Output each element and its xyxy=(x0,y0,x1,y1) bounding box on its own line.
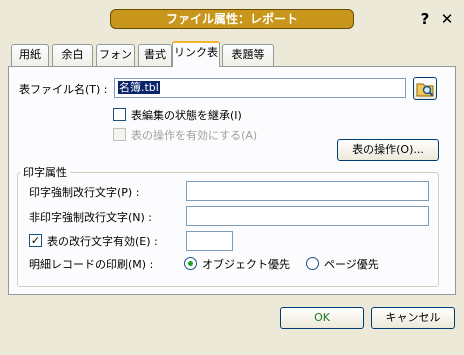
file-name-value: 名簿.tbl xyxy=(118,81,160,94)
tab-link-table[interactable]: リンク表 xyxy=(172,41,220,67)
table-newline-input[interactable] xyxy=(186,231,233,251)
title-bar: ファイル属性：レポート ? ✕ xyxy=(0,0,464,36)
inherit-checkbox[interactable] xyxy=(113,108,126,121)
object-priority-label: オブジェクト優先 xyxy=(202,258,290,271)
tab-format[interactable]: 書式 xyxy=(138,44,172,66)
file-name-label: 表ファイル名(T) : xyxy=(19,83,108,96)
strong-newline-label: 印字強制改行文字(P) : xyxy=(29,186,140,199)
table-ops-button[interactable]: 表の操作(O)... xyxy=(337,139,439,161)
non-print-newline-input[interactable] xyxy=(186,206,429,226)
tab-panel: 表ファイル名(T) : 名簿.tbl 表編集の状態を継承(I) 表の操作を有効に… xyxy=(8,66,456,295)
table-newline-checkbox[interactable]: ✓ xyxy=(29,234,42,247)
cancel-button[interactable]: キャンセル xyxy=(371,307,455,329)
help-icon[interactable]: ? xyxy=(417,9,433,29)
browse-button[interactable] xyxy=(413,77,437,100)
file-name-input[interactable]: 名簿.tbl xyxy=(114,78,406,98)
detail-print-label: 明細レコードの印刷(M) : xyxy=(29,258,154,271)
tab-margin[interactable]: 余白 xyxy=(52,44,93,66)
tab-paper[interactable]: 用紙 xyxy=(11,44,49,66)
page-priority-radio[interactable] xyxy=(306,257,319,270)
inherit-label: 表編集の状態を継承(I) xyxy=(131,109,242,122)
ok-button[interactable]: OK xyxy=(280,307,364,329)
close-icon[interactable]: ✕ xyxy=(439,9,455,29)
page-priority-label: ページ優先 xyxy=(324,258,379,271)
table-newline-label: 表の改行文字有効(E) : xyxy=(47,235,158,248)
object-priority-radio[interactable] xyxy=(184,257,197,270)
print-attr-title: 印字属性 xyxy=(20,164,70,180)
tab-font[interactable]: フォント xyxy=(96,44,135,81)
enable-ops-checkbox[interactable] xyxy=(113,128,126,141)
strong-newline-input[interactable] xyxy=(186,181,429,201)
tab-titles[interactable]: 表題等 xyxy=(222,44,274,66)
enable-ops-label: 表の操作を有効にする(A) xyxy=(131,129,258,142)
folder-search-icon xyxy=(416,83,434,97)
window-title: ファイル属性：レポート xyxy=(110,9,354,29)
non-print-newline-label: 非印字強制改行文字(N) : xyxy=(29,211,153,224)
